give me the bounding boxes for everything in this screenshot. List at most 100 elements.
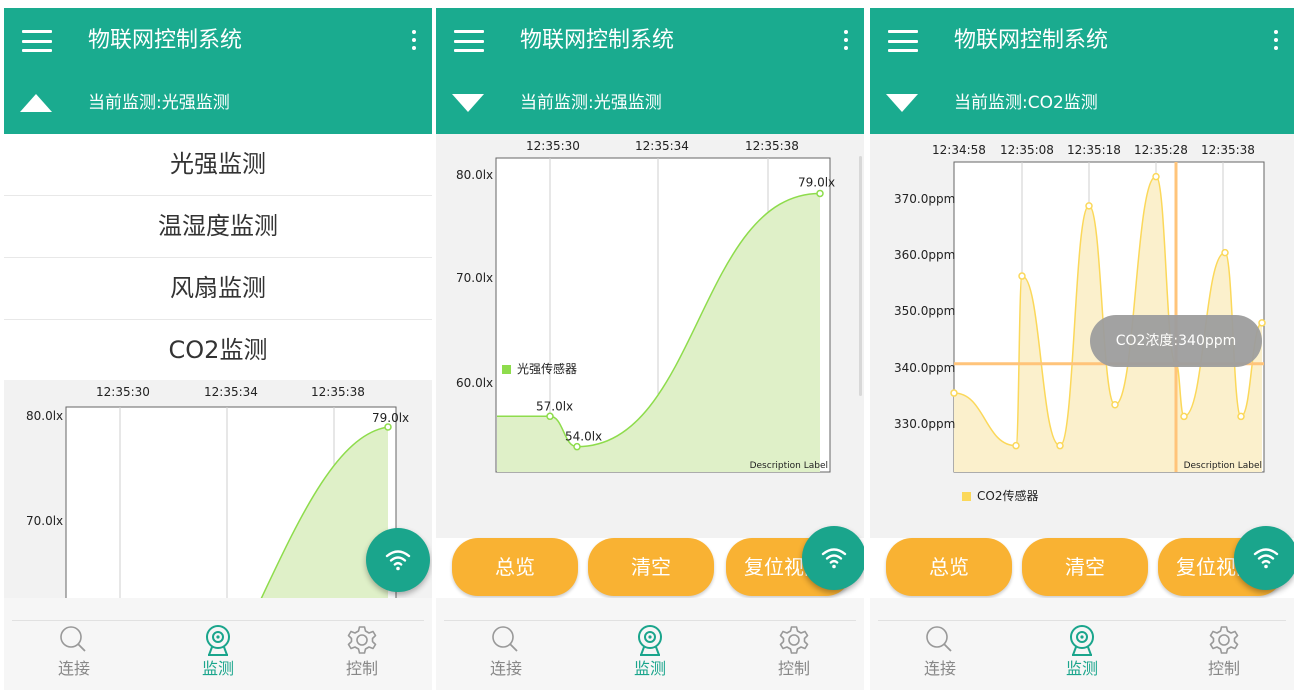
app-title: 物联网控制系统	[88, 28, 243, 53]
hamburger-icon[interactable]	[454, 30, 484, 52]
data-point	[546, 412, 554, 421]
x-tick-label: 12:34:58	[932, 143, 986, 157]
dropdown-item-light[interactable]: 光强监测	[4, 134, 432, 196]
clear-button[interactable]: 清空	[1022, 538, 1148, 596]
search-icon	[492, 626, 518, 652]
data-point	[1180, 412, 1188, 421]
nav-label: 监测	[1065, 659, 1098, 678]
nav-item-control[interactable]: 控制	[1174, 624, 1274, 684]
bottom-nav: 连接 监测 控制	[870, 598, 1294, 690]
y-tick-label: 350.0ppm	[894, 304, 955, 318]
search-icon	[60, 626, 86, 652]
data-point	[1111, 400, 1119, 409]
x-tick-label: 12:35:34	[635, 139, 689, 153]
nav-item-monitor[interactable]: 监测	[1032, 624, 1132, 684]
screen-left: 物联网控制系统 当前监测:光强监测 光强监测 温湿度监测 风扇监测 CO2监测 …	[4, 8, 432, 690]
nav-item-control[interactable]: 控制	[744, 624, 844, 684]
overview-button[interactable]: 总览	[886, 538, 1012, 596]
wifi-fab[interactable]	[802, 526, 864, 590]
legend: 光强传感器	[502, 360, 577, 377]
y-tick-label: 70.0lx	[26, 514, 63, 528]
data-point	[816, 189, 824, 198]
app-bar: 物联网控制系统 当前监测:CO2监测	[870, 8, 1294, 134]
more-vert-icon[interactable]	[410, 30, 418, 54]
nav-item-connect[interactable]: 连接	[24, 624, 124, 684]
y-tick-label: 360.0ppm	[894, 248, 955, 262]
triangle-down-icon[interactable]	[886, 94, 918, 112]
data-point	[1221, 248, 1229, 257]
wifi-fab[interactable]	[366, 528, 430, 592]
action-buttons: 总览 清空 复位视图	[870, 538, 1294, 598]
app-bar: 物联网控制系统 当前监测:光强监测	[4, 8, 432, 134]
x-tick-label: 12:35:34	[204, 385, 258, 399]
clear-button[interactable]: 清空	[588, 538, 714, 596]
nav-item-connect[interactable]: 连接	[456, 624, 556, 684]
nav-label: 控制	[345, 659, 378, 678]
y-tick-label: 70.0lx	[456, 271, 493, 285]
y-tick-label: 340.0ppm	[894, 361, 955, 375]
wifi-icon	[385, 550, 411, 571]
x-tick-label: 12:35:30	[96, 385, 150, 399]
bottom-nav: 连接 监测 控制	[4, 598, 432, 690]
light-chart-partial[interactable]: 79.0lx 12:35:30 12:35:34 12:35:38 80.0lx…	[4, 380, 432, 618]
monitor-dropdown: 光强监测 温湿度监测 风扇监测 CO2监测	[4, 134, 432, 381]
legend-swatch	[502, 365, 511, 374]
wifi-fab[interactable]	[1234, 526, 1294, 590]
y-tick-label: 60.0lx	[456, 376, 493, 390]
nav-label: 连接	[489, 659, 522, 678]
y-tick-label: 370.0ppm	[894, 192, 955, 206]
description-label: Description Label	[750, 461, 828, 471]
dropdown-item-fan[interactable]: 风扇监测	[4, 258, 432, 320]
current-monitor-label: 当前监测:光强监测	[88, 93, 230, 113]
nav-item-control[interactable]: 控制	[312, 624, 412, 684]
legend-label: CO2传感器	[977, 489, 1039, 503]
nav-label: 监测	[633, 659, 666, 678]
value-tooltip: CO2浓度:340ppm	[1090, 315, 1262, 367]
nav-item-connect[interactable]: 连接	[890, 624, 990, 684]
nav-label: 控制	[777, 659, 810, 678]
triangle-up-icon[interactable]	[20, 94, 52, 112]
data-point	[950, 389, 958, 397]
x-tick-label: 12:35:18	[1067, 143, 1121, 157]
light-chart[interactable]: 57.0lx 54.0lx 79.0lx 12:35:30 12:35:34 1…	[436, 134, 864, 514]
data-point	[1152, 172, 1160, 181]
triangle-down-icon[interactable]	[452, 94, 484, 112]
more-vert-icon[interactable]	[842, 30, 850, 54]
x-tick-label: 12:35:08	[1000, 143, 1054, 157]
hamburger-icon[interactable]	[22, 30, 52, 52]
camera-icon	[1070, 625, 1094, 656]
nav-label: 连接	[923, 659, 956, 678]
y-tick-label: 330.0ppm	[894, 417, 955, 431]
nav-item-monitor[interactable]: 监测	[600, 624, 700, 684]
point-label: 54.0lx	[565, 430, 602, 444]
hamburger-icon[interactable]	[888, 30, 918, 52]
point-label: 79.0lx	[372, 411, 409, 425]
legend-label: 光强传感器	[517, 362, 578, 376]
wifi-icon	[1253, 548, 1279, 569]
y-tick-label: 80.0lx	[456, 168, 493, 182]
nav-item-monitor[interactable]: 监测	[168, 624, 268, 684]
gear-icon	[347, 626, 377, 654]
nav-label: 连接	[57, 659, 90, 678]
data-point	[1018, 272, 1026, 280]
app-title: 物联网控制系统	[520, 28, 675, 53]
app-title: 物联网控制系统	[954, 28, 1109, 53]
gear-icon	[779, 626, 809, 654]
legend-swatch	[962, 492, 971, 501]
nav-label: 监测	[201, 659, 234, 678]
action-buttons: 总览 清空 复位视图	[436, 538, 864, 598]
screen-middle: 物联网控制系统 当前监测:光强监测 57.0lx 54.0lx 79.0lx 1…	[436, 8, 864, 690]
bottom-nav: 连接 监测 控制	[436, 598, 864, 690]
data-point	[1237, 412, 1245, 421]
point-label: 79.0lx	[798, 175, 835, 189]
y-tick-label: 80.0lx	[26, 409, 63, 423]
data-point	[1258, 319, 1266, 327]
dropdown-item-co2[interactable]: CO2监测	[4, 320, 432, 381]
dropdown-item-temp-humidity[interactable]: 温湿度监测	[4, 196, 432, 258]
description-label: Description Label	[1184, 461, 1262, 471]
more-vert-icon[interactable]	[1272, 30, 1280, 54]
overview-button[interactable]: 总览	[452, 538, 578, 596]
point-label: 57.0lx	[536, 399, 573, 413]
search-icon	[926, 626, 952, 652]
data-point	[573, 442, 581, 451]
